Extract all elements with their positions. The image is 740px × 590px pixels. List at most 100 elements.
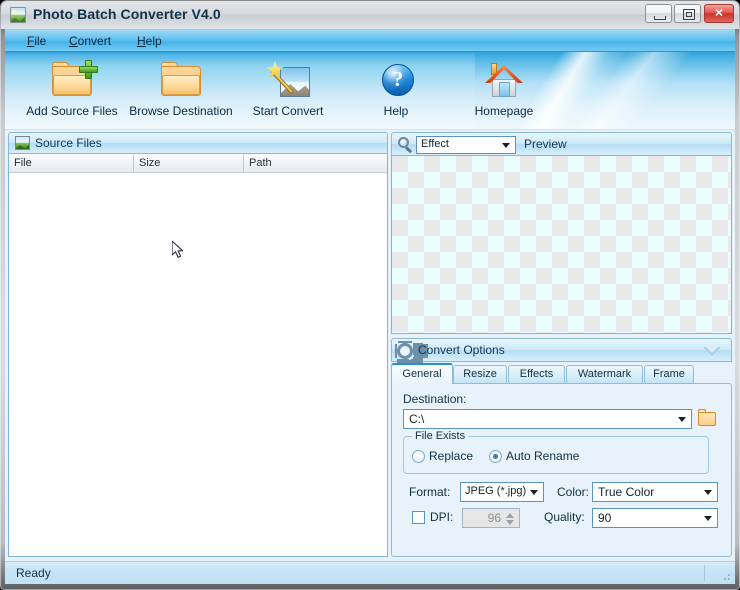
format-combo-value: JPEG (*.jpg) <box>465 485 527 497</box>
status-separator <box>704 565 705 581</box>
format-label: Format: <box>409 485 451 499</box>
destination-combo[interactable]: C:\ <box>403 409 692 429</box>
color-label: Color: <box>557 485 590 499</box>
right-column: Effect Preview Convert Options General R… <box>391 132 732 557</box>
magnifier-handle <box>404 146 413 154</box>
browse-destination-button[interactable]: Browse Destination <box>125 56 237 126</box>
close-button[interactable]: ✕ <box>704 4 734 23</box>
quality-combo[interactable]: 90 <box>592 508 718 528</box>
folder-open-icon <box>698 412 716 426</box>
preview-header: Effect Preview <box>391 132 732 156</box>
toolbar: Add Source Files Browse Destination Star… <box>5 51 735 130</box>
source-files-column-header: File Size Path <box>9 154 387 173</box>
add-source-files-button[interactable]: Add Source Files <box>23 56 121 126</box>
color-combo[interactable]: True Color <box>592 482 718 502</box>
folder-icon <box>157 58 205 102</box>
radio-auto-rename-label[interactable]: Auto Rename <box>506 449 579 463</box>
help-circle-shape <box>382 64 414 96</box>
chevron-down-icon <box>530 490 538 495</box>
menu-item-file-rest: ile <box>34 34 47 48</box>
app-icon-sun <box>13 10 17 14</box>
chevron-down-icon <box>704 516 712 521</box>
menu-item-help-rest: elp <box>145 34 162 48</box>
destination-label: Destination: <box>403 392 467 406</box>
folder-shape <box>161 62 201 96</box>
magic-wand-image-icon <box>264 58 312 102</box>
destination-browse-button[interactable] <box>696 408 718 429</box>
format-combo[interactable]: JPEG (*.jpg) <box>460 482 544 502</box>
title-bar: Photo Batch Converter V4.0 ✕ <box>1 1 739 29</box>
status-bar: Ready <box>5 561 735 584</box>
browse-destination-label: Browse Destination <box>129 104 233 118</box>
add-source-files-label: Add Source Files <box>26 104 118 118</box>
start-convert-button[interactable]: Start Convert <box>243 56 333 126</box>
tab-effects[interactable]: Effects <box>508 365 565 383</box>
magnifier-icon <box>397 137 413 154</box>
stepper-down-icon[interactable] <box>506 520 514 525</box>
minimize-icon <box>654 16 666 20</box>
tab-frame[interactable]: Frame <box>644 365 694 383</box>
help-button[interactable]: Help <box>370 56 422 126</box>
convert-options-title: Convert Options <box>418 343 505 357</box>
file-exists-legend: File Exists <box>412 430 469 442</box>
color-combo-value: True Color <box>598 485 655 499</box>
chevron-down-icon[interactable] <box>703 347 721 356</box>
homepage-button[interactable]: Homepage <box>467 56 541 126</box>
source-files-title: Source Files <box>35 136 102 150</box>
dpi-checkbox[interactable] <box>412 511 425 524</box>
radio-replace-label[interactable]: Replace <box>429 449 473 463</box>
menu-item-convert[interactable]: Convert <box>61 33 119 49</box>
home-icon <box>480 58 528 102</box>
file-exists-group: File Exists Replace Auto Rename <box>403 430 709 474</box>
tab-watermark[interactable]: Watermark <box>566 365 643 383</box>
help-label: Help <box>383 104 409 118</box>
application-window: Photo Batch Converter V4.0 ✕ File Conver… <box>0 0 740 590</box>
effect-combo[interactable]: Effect <box>416 136 516 154</box>
wand-picture-shape <box>266 61 310 101</box>
source-files-header: Source Files <box>8 132 388 154</box>
image-icon-hill <box>16 144 29 149</box>
chevron-down-icon <box>704 490 712 495</box>
quality-combo-value: 90 <box>598 511 612 525</box>
resize-grip[interactable] <box>720 570 732 582</box>
window-title: Photo Batch Converter V4.0 <box>33 6 221 22</box>
menu-item-help[interactable]: Help <box>129 33 170 49</box>
convert-options-header[interactable]: Convert Options <box>391 338 732 362</box>
radio-replace[interactable] <box>412 450 425 463</box>
column-header-file[interactable]: File <box>9 154 134 172</box>
radio-auto-rename[interactable] <box>489 450 502 463</box>
destination-value: C:\ <box>409 412 425 426</box>
app-icon-hill <box>11 17 25 22</box>
chevron-down-icon <box>502 143 510 148</box>
dpi-label: DPI: <box>430 510 454 524</box>
question-mark-icon <box>372 58 420 102</box>
source-files-list[interactable]: File Size Path <box>8 154 388 557</box>
wand-shape <box>266 61 300 97</box>
close-icon: ✕ <box>714 7 724 19</box>
column-header-path[interactable]: Path <box>244 154 387 172</box>
menu-item-file[interactable]: File <box>19 33 54 49</box>
minimize-button[interactable] <box>645 4 672 23</box>
convert-options-tabs: General Resize Effects Watermark Frame <box>391 363 732 384</box>
start-convert-label: Start Convert <box>252 104 324 118</box>
preview-label: Preview <box>524 137 567 151</box>
dpi-stepper[interactable]: 96 <box>462 508 520 528</box>
plus-badge-icon <box>79 60 98 79</box>
maximize-button[interactable] <box>674 4 701 23</box>
home-shape <box>485 63 523 97</box>
general-tab-panel: Destination: C:\ File Exists Replace Aut… <box>391 383 732 557</box>
quality-label: Quality: <box>544 510 585 524</box>
status-text: Ready <box>16 566 51 580</box>
stepper-up-icon[interactable] <box>506 513 514 518</box>
column-header-size[interactable]: Size <box>134 154 244 172</box>
image-icon <box>15 136 30 150</box>
menu-bar: File Convert Help <box>5 29 735 52</box>
preview-canvas[interactable] <box>391 156 732 334</box>
tab-resize[interactable]: Resize <box>453 365 507 383</box>
maximize-icon <box>683 9 695 20</box>
folder-add-icon <box>48 58 98 102</box>
home-door <box>499 82 510 97</box>
chevron-down-icon <box>678 417 686 422</box>
folder-front <box>162 75 200 95</box>
tab-general[interactable]: General <box>391 363 453 384</box>
